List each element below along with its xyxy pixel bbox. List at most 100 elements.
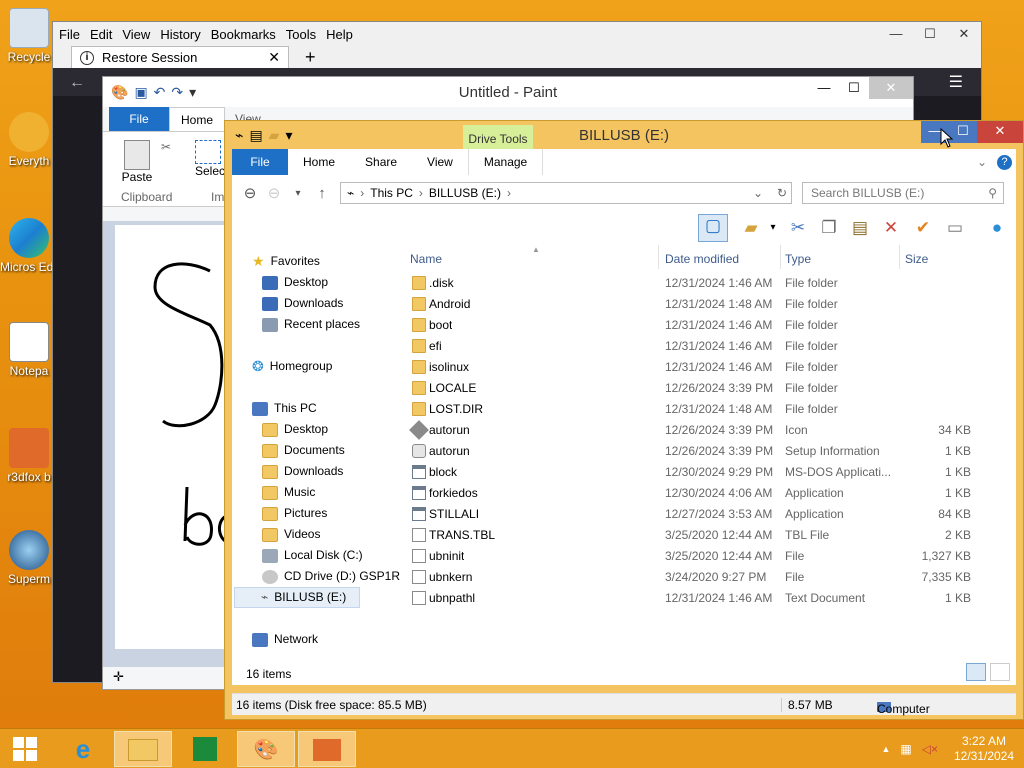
paste-icon[interactable]: ▤ (849, 217, 871, 239)
tab-home[interactable]: Home (288, 149, 350, 175)
tab-file[interactable]: File (232, 149, 288, 175)
nav-pc-music[interactable]: Music (262, 482, 315, 503)
copy-icon[interactable]: ❐ (818, 217, 840, 239)
desktop-icon-recycle-bin[interactable]: Recycle (0, 8, 58, 64)
taskbar-r3dfox[interactable] (298, 731, 356, 767)
start-button[interactable] (0, 731, 50, 767)
nav-pc-downloads[interactable]: Downloads (262, 461, 343, 482)
paint-minimize-button[interactable]: — (809, 77, 839, 99)
menu-bookmarks[interactable]: Bookmarks (211, 27, 276, 42)
explorer-close-button[interactable]: ✕ (977, 121, 1023, 143)
breadcrumb-drive[interactable]: BILLUSB (E:) (429, 186, 501, 200)
chevron-down-icon[interactable]: ⌄ (977, 155, 987, 169)
new-tab-button[interactable]: + (305, 46, 316, 68)
nav-pc-billusb[interactable]: ⌁ BILLUSB (E:) (234, 587, 360, 608)
file-row[interactable]: autorun 12/26/2024 3:39 PM Icon 34 KB (402, 420, 1016, 441)
menu-history[interactable]: History (160, 27, 200, 42)
nav-homegroup[interactable]: ❂ Homegroup (252, 356, 332, 377)
file-row[interactable]: forkiedos 12/30/2024 4:06 AM Application 1 … (402, 483, 1016, 504)
nav-fav-recent-places[interactable]: Recent places (262, 314, 360, 335)
menu-hamburger-icon[interactable]: ☰ (949, 72, 963, 92)
paste-button[interactable]: Paste (117, 140, 157, 184)
back-arrow-icon[interactable]: ← (69, 74, 85, 92)
minimize-button[interactable]: — (879, 24, 913, 44)
nav-pc-pictures[interactable]: Pictures (262, 503, 327, 524)
column-header-size[interactable]: Size (905, 250, 928, 268)
nav-pc-documents[interactable]: Documents (262, 440, 345, 461)
file-row[interactable]: ubninit 3/25/2020 12:44 AM File 1,327 KB (402, 546, 1016, 567)
maximize-button[interactable]: ☐ (913, 24, 947, 44)
delete-icon[interactable]: ✕ (880, 217, 902, 239)
tab-close-button[interactable]: ✕ (268, 49, 280, 66)
taskbar-store[interactable] (176, 731, 234, 767)
refresh-icon[interactable]: ↻ (777, 186, 787, 200)
nav-pc-desktop[interactable]: Desktop (262, 419, 328, 440)
file-row[interactable]: autorun 12/26/2024 3:39 PM Setup Informati… (402, 441, 1016, 462)
cut-icon[interactable]: ✂ (787, 217, 809, 239)
file-row[interactable]: isolinux 12/31/2024 1:46 AM File folder (402, 357, 1016, 378)
large-icons-view-button[interactable] (990, 663, 1010, 681)
search-input[interactable]: Search BILLUSB (E:) ⚲ (802, 182, 1004, 204)
nav-pc-videos[interactable]: Videos (262, 524, 320, 545)
address-dropdown-icon[interactable]: ⌄ (753, 186, 763, 200)
menu-file[interactable]: File (59, 27, 80, 42)
nav-fav-downloads[interactable]: Downloads (262, 293, 343, 314)
select-icon[interactable]: ▭ (944, 217, 966, 239)
taskbar-file-explorer[interactable] (114, 731, 172, 767)
file-row[interactable]: .disk 12/31/2024 1:46 AM File folder (402, 273, 1016, 294)
cut-icon[interactable]: ✂ (161, 140, 171, 154)
recent-dropdown-icon[interactable]: ▾ (286, 188, 310, 199)
desktop-icon-edge[interactable]: Micros Edge (0, 218, 58, 274)
preview-pane-icon[interactable]: ▢ (698, 214, 728, 242)
file-row[interactable]: TRANS.TBL 3/25/2020 12:44 AM TBL File 2 KB (402, 525, 1016, 546)
help-icon[interactable]: ? (997, 154, 1012, 170)
nav-pc-cd-drive[interactable]: CD Drive (D:) GSP1R (262, 566, 400, 587)
close-button[interactable]: ✕ (947, 24, 981, 44)
column-separator[interactable] (658, 245, 659, 269)
column-separator[interactable] (780, 245, 781, 269)
tab-share[interactable]: Share (350, 149, 412, 175)
rename-icon[interactable]: ✔ (912, 217, 934, 239)
menu-tools[interactable]: Tools (286, 27, 316, 42)
paint-maximize-button[interactable]: ☐ (839, 77, 869, 99)
clock[interactable]: 3:22 AM 12/31/2024 (944, 734, 1024, 764)
forward-button[interactable]: ⊖ (262, 184, 286, 202)
desktop-icon-r3dfox[interactable]: r3dfox b (0, 428, 58, 484)
nav-network[interactable]: Network (252, 629, 318, 650)
paint-tab-home[interactable]: Home (169, 107, 225, 131)
file-row[interactable]: ubnpathl 12/31/2024 1:46 AM Text Document 1… (402, 588, 1016, 609)
column-header-date[interactable]: Date modified (665, 250, 739, 268)
nav-fav-desktop[interactable]: Desktop (262, 272, 328, 293)
file-row[interactable]: STILLALI 12/27/2024 3:53 AM Application 84 … (402, 504, 1016, 525)
paint-close-button[interactable]: ✕ (869, 77, 913, 99)
address-box[interactable]: ⌁ › This PC › BILLUSB (E:) › ⌄ ↻ (340, 182, 792, 204)
file-row[interactable]: efi 12/31/2024 1:46 AM File folder (402, 336, 1016, 357)
details-view-button[interactable] (966, 663, 986, 681)
properties-folder-icon[interactable]: ▰ (740, 217, 762, 239)
breadcrumb-this-pc[interactable]: This PC (370, 186, 413, 200)
nav-pc-local-disk[interactable]: Local Disk (C:) (262, 545, 363, 566)
file-row[interactable]: LOST.DIR 12/31/2024 1:48 AM File folder (402, 399, 1016, 420)
file-row[interactable]: Android 12/31/2024 1:48 AM File folder (402, 294, 1016, 315)
file-row[interactable]: ubnkern 3/24/2020 9:27 PM File 7,335 KB (402, 567, 1016, 588)
paint-canvas[interactable] (115, 225, 235, 649)
network-status-icon[interactable]: ▦ (900, 742, 911, 756)
menu-help[interactable]: Help (326, 27, 353, 42)
nav-favorites[interactable]: ★ Favorites (252, 251, 320, 272)
up-arrow-icon[interactable]: ↑ (310, 185, 334, 202)
desktop-icon-superm[interactable]: Superm (0, 530, 58, 586)
file-row[interactable]: boot 12/31/2024 1:46 AM File folder (402, 315, 1016, 336)
back-button[interactable]: ⊖ (238, 184, 262, 202)
taskbar-paint[interactable]: 🎨 (237, 731, 295, 767)
column-separator[interactable] (899, 245, 900, 269)
desktop-icon-notepad[interactable]: Notepa (0, 322, 58, 378)
tab-view[interactable]: View (412, 149, 468, 175)
tab-restore-session[interactable]: i Restore Session ✕ (71, 46, 289, 68)
show-hidden-icons-icon[interactable]: ▲ (881, 744, 890, 754)
globe-icon[interactable]: ● (986, 217, 1008, 239)
tab-manage[interactable]: Manage (467, 149, 544, 175)
column-header-name[interactable]: Name (410, 250, 442, 268)
file-row[interactable]: LOCALE 12/26/2024 3:39 PM File folder (402, 378, 1016, 399)
file-row[interactable]: block 12/30/2024 9:29 PM MS-DOS Applicati.… (402, 462, 1016, 483)
taskbar-internet-explorer[interactable]: e (54, 731, 112, 767)
